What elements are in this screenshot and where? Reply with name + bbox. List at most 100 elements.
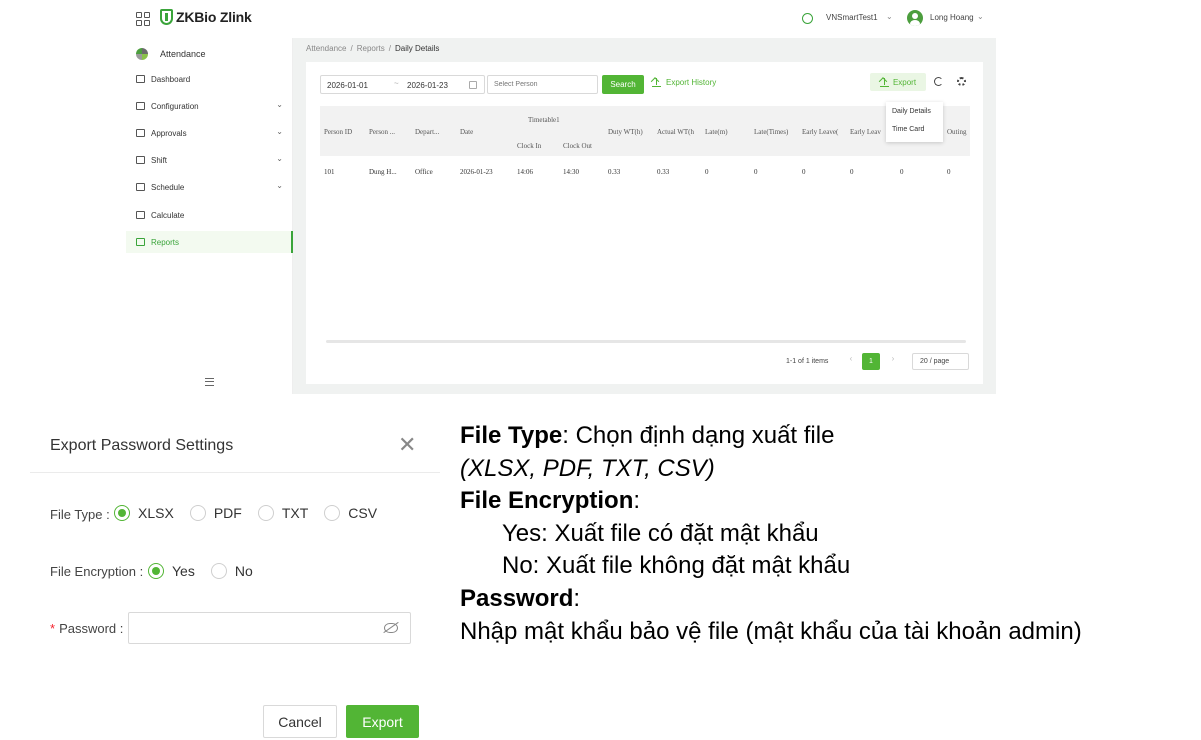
radio-label-no[interactable]: No [235, 563, 253, 579]
radio-label-pdf[interactable]: PDF [214, 505, 242, 521]
table-row[interactable]: 101 Dung H... Office 2026-01-23 14:06 14:30 0.… [320, 164, 970, 184]
pagination-next-button[interactable]: › [886, 354, 900, 370]
column-header[interactable]: Duty WT(h) [608, 128, 654, 136]
export-button-label: Export [892, 77, 917, 87]
date-range-picker[interactable]: 2026-01-01 ~ 2026-01-23 [320, 75, 485, 94]
password-field[interactable] [128, 612, 411, 644]
sidebar-item-shift[interactable]: Shift ⌄ [126, 149, 293, 171]
table-cell: 14:30 [563, 168, 579, 176]
chevron-down-icon[interactable]: ⌄ [886, 12, 893, 21]
radio-label-txt[interactable]: TXT [282, 505, 308, 521]
search-button[interactable]: Search [602, 75, 644, 94]
upload-icon [652, 78, 661, 87]
column-header[interactable]: Early Leave( [802, 128, 848, 136]
note-encryption: File Encryption: [460, 485, 1195, 518]
app-logo[interactable]: ZKBio Zlink [160, 9, 252, 25]
radio-pdf[interactable] [189, 505, 206, 521]
chat-icon[interactable] [802, 13, 813, 24]
sidebar-item-calculate[interactable]: Calculate [126, 204, 293, 226]
password-label-text: Password : [59, 621, 124, 636]
cancel-button[interactable]: Cancel [263, 705, 337, 738]
sidebar-item-configuration[interactable]: Configuration ⌄ [126, 95, 293, 117]
chevron-down-icon[interactable]: ⌄ [276, 181, 283, 190]
column-header[interactable]: Actual WT(h [657, 128, 703, 136]
top-bar: ZKBio Zlink VNSmartTest1 ⌄ Long Hoang ⌄ [126, 0, 996, 38]
chevron-down-icon[interactable]: ⌄ [276, 154, 283, 163]
sidebar-item-dashboard[interactable]: Dashboard [126, 68, 293, 90]
column-header[interactable]: Date [460, 128, 514, 136]
upload-icon [879, 77, 889, 87]
note-encryption-title: File Encryption [460, 487, 634, 515]
pagination-page-1[interactable]: 1 [862, 353, 880, 370]
sidebar-item-reports[interactable]: Reports [126, 231, 293, 253]
sidebar-item-approvals[interactable]: Approvals ⌄ [126, 122, 293, 144]
sidebar: Attendance Dashboard Configuration ⌄ Approv… [126, 38, 293, 394]
date-from[interactable]: 2026-01-01 [327, 81, 368, 90]
person-select-input[interactable] [487, 75, 598, 94]
explanation-notes: File Type: Chọn định dạng xuất file (XLS… [460, 420, 1195, 648]
radio-label-csv[interactable]: CSV [348, 505, 377, 521]
close-icon[interactable]: ✕ [398, 433, 416, 458]
note-encryption-yes: Yes: Xuất file có đặt mật khẩu [502, 519, 819, 547]
date-to[interactable]: 2026-01-23 [407, 81, 448, 90]
radio-label-xlsx[interactable]: XLSX [138, 505, 174, 521]
pagination-prev-button[interactable]: ‹ [844, 354, 858, 370]
radio-txt[interactable] [257, 505, 274, 521]
page-size-select[interactable]: 20 / page [912, 353, 969, 370]
breadcrumb-item-attendance[interactable]: Attendance [306, 44, 346, 53]
radio-xlsx[interactable] [114, 505, 130, 521]
column-header[interactable]: Clock In [517, 142, 559, 150]
table-cell: 0 [900, 168, 904, 176]
tenant-selector[interactable]: VNSmartTest1 [826, 13, 878, 22]
export-history-link[interactable]: Export History [652, 78, 716, 87]
avatar[interactable] [907, 10, 923, 26]
menu-item-daily-details[interactable]: Daily Details [886, 102, 943, 120]
table-cell: Office [415, 168, 433, 176]
column-header[interactable]: Late(m) [705, 128, 751, 136]
export-button[interactable]: Export [870, 73, 926, 91]
chevron-down-icon[interactable]: ⌄ [977, 12, 984, 21]
column-header[interactable]: Person ... [369, 128, 412, 136]
menu-item-time-card[interactable]: Time Card [886, 120, 943, 138]
table-header: Timetable1 Person ID Person ... Depart... D… [320, 106, 970, 156]
apps-grid-icon[interactable] [136, 12, 150, 26]
note-file-type-formats: (XLSX, PDF, TXT, CSV) [460, 454, 715, 482]
note-file-type: File Type: Chọn định dạng xuất file [460, 420, 1195, 453]
gear-icon[interactable] [957, 77, 966, 86]
column-header[interactable]: Person ID [324, 128, 366, 136]
chevron-down-icon[interactable]: ⌄ [276, 100, 283, 109]
column-header[interactable]: Late(Times) [754, 128, 800, 136]
note-file-type-title: File Type [460, 422, 563, 449]
required-marker: * [50, 621, 56, 636]
sidebar-item-label: Configuration [151, 101, 199, 111]
radio-csv[interactable] [324, 505, 341, 521]
breadcrumb-separator: / [350, 44, 353, 53]
note-password-title: Password [460, 584, 574, 612]
refresh-icon[interactable] [934, 77, 943, 86]
user-name[interactable]: Long Hoang [930, 13, 974, 22]
column-header[interactable]: Clock Out [563, 142, 605, 150]
sidebar-item-label: Shift [151, 155, 168, 165]
column-header[interactable]: Outing [947, 128, 969, 136]
module-title: Attendance [160, 49, 206, 59]
module-switcher[interactable]: Attendance [136, 44, 206, 64]
sidebar-item-label: Reports [151, 237, 180, 247]
radio-yes[interactable] [148, 563, 164, 579]
calendar-icon[interactable] [469, 81, 477, 89]
radio-no[interactable] [210, 563, 227, 579]
column-header[interactable]: Depart... [415, 128, 457, 136]
sidebar-item-schedule[interactable]: Schedule ⌄ [126, 176, 293, 198]
export-submit-button[interactable]: Export [346, 705, 419, 738]
breadcrumb: Attendance / Reports / Daily Details [306, 44, 439, 53]
radio-label-yes[interactable]: Yes [172, 563, 195, 579]
collapse-sidebar-icon[interactable] [205, 378, 214, 386]
table-cell: 0 [947, 168, 951, 176]
export-history-label: Export History [666, 78, 717, 87]
chevron-down-icon[interactable]: ⌄ [276, 127, 283, 136]
horizontal-scrollbar[interactable] [326, 340, 966, 343]
logo-shield-icon [160, 9, 173, 25]
attendance-module-icon [136, 48, 148, 60]
breadcrumb-item-reports[interactable]: Reports [357, 44, 385, 53]
file-encryption-radio-group: Yes No [148, 563, 269, 579]
eye-slash-icon[interactable] [384, 623, 398, 633]
